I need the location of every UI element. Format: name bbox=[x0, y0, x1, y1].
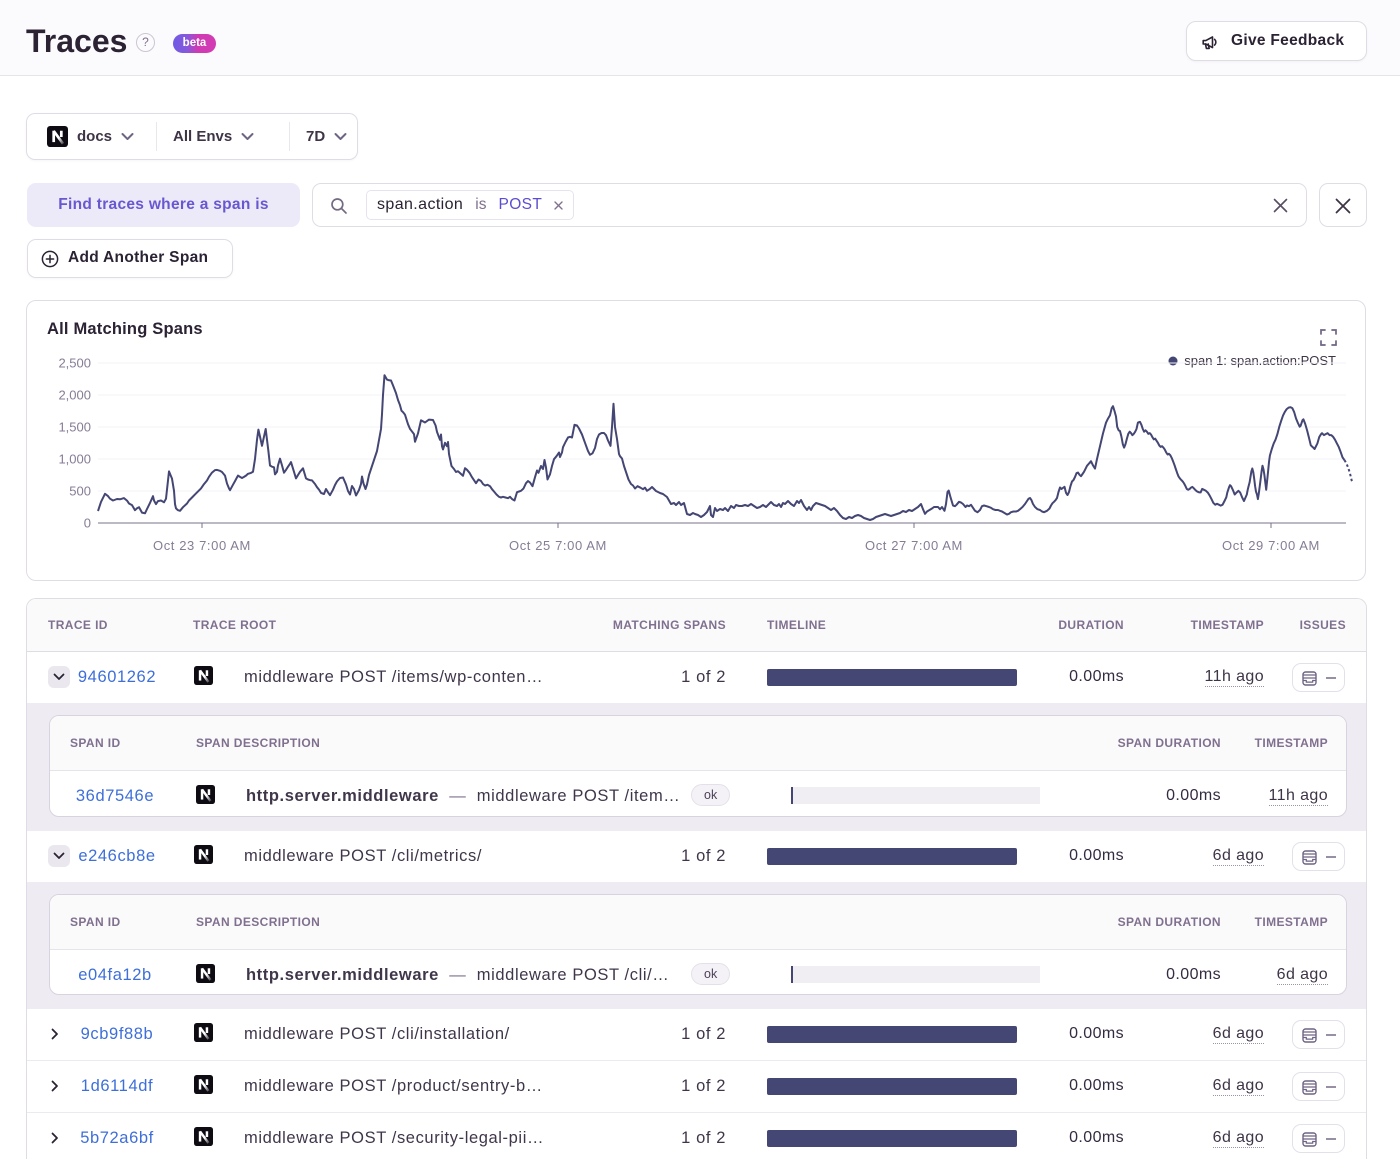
svg-text:1,500: 1,500 bbox=[58, 420, 91, 435]
svg-text:Oct 27 7:00 AM: Oct 27 7:00 AM bbox=[865, 538, 963, 553]
svg-text:Oct 23 7:00 AM: Oct 23 7:00 AM bbox=[153, 538, 251, 553]
svg-text:1,000: 1,000 bbox=[58, 452, 91, 467]
svg-text:2,000: 2,000 bbox=[58, 388, 91, 403]
svg-text:0: 0 bbox=[84, 516, 91, 531]
svg-text:2,500: 2,500 bbox=[58, 356, 91, 371]
svg-text:500: 500 bbox=[69, 484, 91, 499]
svg-text:Oct 25 7:00 AM: Oct 25 7:00 AM bbox=[509, 538, 607, 553]
svg-text:Oct 29 7:00 AM: Oct 29 7:00 AM bbox=[1222, 538, 1320, 553]
